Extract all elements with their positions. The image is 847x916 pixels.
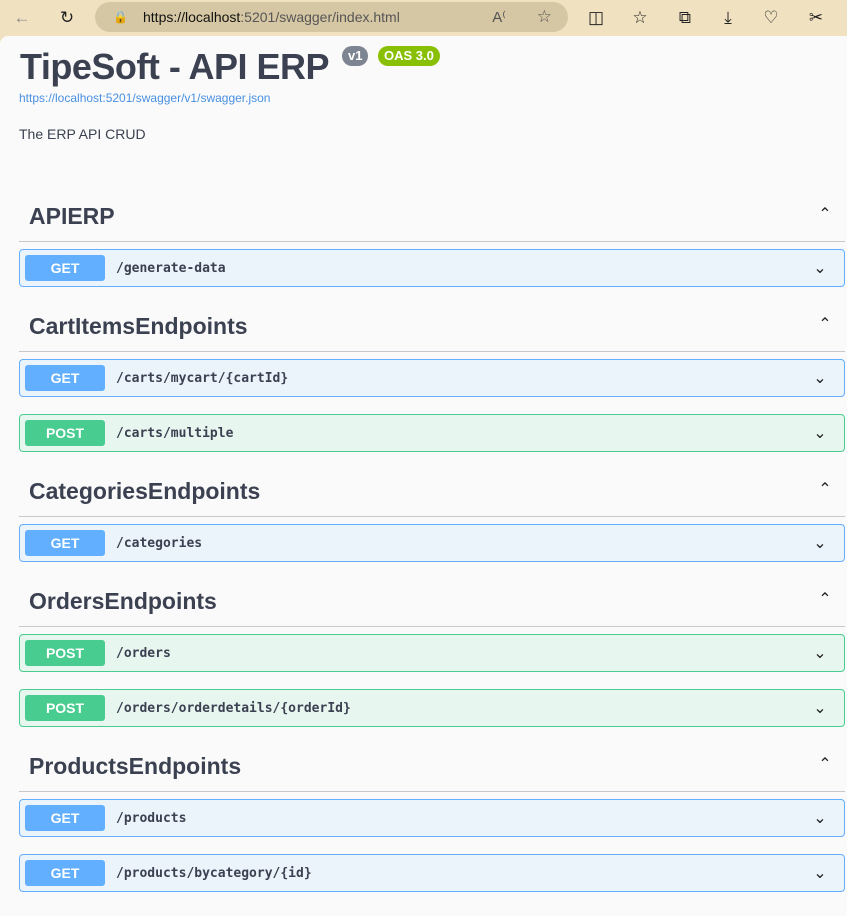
chevron-up-icon[interactable]: ⌃	[805, 754, 845, 774]
refresh-icon[interactable]: ↻	[55, 6, 79, 30]
endpoint-path: /products/bycategory/{id}	[116, 865, 312, 881]
chevron-down-icon[interactable]: ⌄	[800, 533, 840, 553]
method-badge: POST	[25, 420, 105, 446]
collections-icon[interactable]: ⧉	[673, 6, 697, 30]
endpoint-path: /orders/orderdetails/{orderId}	[116, 700, 351, 716]
chevron-down-icon[interactable]: ⌄	[800, 863, 840, 883]
method-badge: GET	[25, 255, 105, 281]
favorites-icon[interactable]: ☆	[628, 6, 652, 30]
chevron-up-icon[interactable]: ⌃	[805, 479, 845, 499]
lock-icon[interactable]: 🔒	[113, 10, 129, 24]
version-badge: v1	[342, 46, 369, 66]
tag-title: CartItemsEndpoints	[29, 312, 248, 339]
chevron-down-icon[interactable]: ⌄	[800, 368, 840, 388]
endpoint-path: /generate-data	[116, 260, 226, 276]
url-host: https://localhost	[143, 9, 241, 25]
browser-essentials-icon[interactable]: ♡	[759, 6, 783, 30]
chevron-down-icon[interactable]: ⌄	[800, 698, 840, 718]
chevron-up-icon[interactable]: ⌃	[805, 314, 845, 334]
favorite-star-icon[interactable]: ☆	[537, 7, 552, 27]
back-icon[interactable]: ←	[10, 6, 34, 30]
oas-badge: OAS 3.0	[378, 46, 440, 66]
method-badge: GET	[25, 530, 105, 556]
endpoint-path: /orders	[116, 645, 171, 661]
download-icon[interactable]: ⤓	[716, 6, 740, 30]
tag-header[interactable]: CartItemsEndpoints ⌃	[19, 297, 845, 352]
tag-title: APIERP	[29, 202, 115, 229]
screenshot-icon[interactable]: ✂	[804, 6, 828, 30]
endpoint-path: /carts/multiple	[116, 425, 234, 441]
method-badge: GET	[25, 805, 105, 831]
operation-get[interactable]: GET/products ⌄	[19, 799, 845, 837]
split-screen-icon[interactable]: ◫	[584, 6, 608, 30]
operation-get[interactable]: GET/categories ⌄	[19, 524, 845, 562]
swagger-json-link[interactable]: https://localhost:5201/swagger/v1/swagge…	[19, 91, 270, 105]
tag-section: CartItemsEndpoints ⌃ GET/carts/mycart/{car…	[19, 297, 845, 452]
endpoint-path: /products	[116, 810, 187, 826]
endpoint-path: /categories	[116, 535, 203, 551]
operation-get[interactable]: GET/generate-data ⌄	[19, 249, 845, 287]
method-badge: POST	[25, 640, 105, 666]
swagger-page: TipeSoft - API ERP v1 OAS 3.0 https://lo…	[0, 36, 847, 916]
tag-title: OrdersEndpoints	[29, 587, 217, 614]
operation-get[interactable]: GET/carts/mycart/{cartId} ⌄	[19, 359, 845, 397]
browser-toolbar: ← ↻ 🔒 https://localhost:5201/swagger/ind…	[0, 0, 847, 36]
method-badge: GET	[25, 365, 105, 391]
url-path: :5201/swagger/index.html	[240, 9, 400, 25]
tag-header[interactable]: OrdersEndpoints ⌃	[19, 572, 845, 627]
tag-header[interactable]: CategoriesEndpoints ⌃	[19, 462, 845, 517]
chevron-down-icon[interactable]: ⌄	[800, 643, 840, 663]
endpoint-sections: APIERP ⌃ GET/generate-data ⌄ CartItemsEndpoi…	[19, 187, 845, 902]
chevron-down-icon[interactable]: ⌄	[800, 808, 840, 828]
chevron-down-icon[interactable]: ⌄	[800, 423, 840, 443]
chevron-down-icon[interactable]: ⌄	[800, 258, 840, 278]
operation-post[interactable]: POST/carts/multiple ⌄	[19, 414, 845, 452]
operation-get[interactable]: GET/products/bycategory/{id} ⌄	[19, 854, 845, 892]
tag-section: OrdersEndpoints ⌃ POST/orders ⌄ POST/orders/…	[19, 572, 845, 727]
tag-section: CategoriesEndpoints ⌃ GET/categories ⌄	[19, 462, 845, 562]
tag-title: CategoriesEndpoints	[29, 477, 261, 504]
operation-post[interactable]: POST/orders ⌄	[19, 634, 845, 672]
tag-title: ProductsEndpoints	[29, 752, 242, 779]
tag-header[interactable]: ProductsEndpoints ⌃	[19, 737, 845, 792]
read-aloud-icon[interactable]: A⁽	[492, 8, 506, 26]
page-title: TipeSoft - API ERP	[20, 46, 330, 87]
tag-section: APIERP ⌃ GET/generate-data ⌄	[19, 187, 845, 287]
tag-section: ProductsEndpoints ⌃ GET/products ⌄ GET/produ…	[19, 737, 845, 892]
chevron-up-icon[interactable]: ⌃	[805, 589, 845, 609]
api-description: The ERP API CRUD	[19, 126, 146, 142]
method-badge: GET	[25, 860, 105, 886]
method-badge: POST	[25, 695, 105, 721]
tag-header[interactable]: APIERP ⌃	[19, 187, 845, 242]
address-bar[interactable]: 🔒 https://localhost:5201/swagger/index.h…	[95, 2, 568, 32]
operation-post[interactable]: POST/orders/orderdetails/{orderId} ⌄	[19, 689, 845, 727]
endpoint-path: /carts/mycart/{cartId}	[116, 370, 289, 386]
chevron-up-icon[interactable]: ⌃	[805, 204, 845, 224]
